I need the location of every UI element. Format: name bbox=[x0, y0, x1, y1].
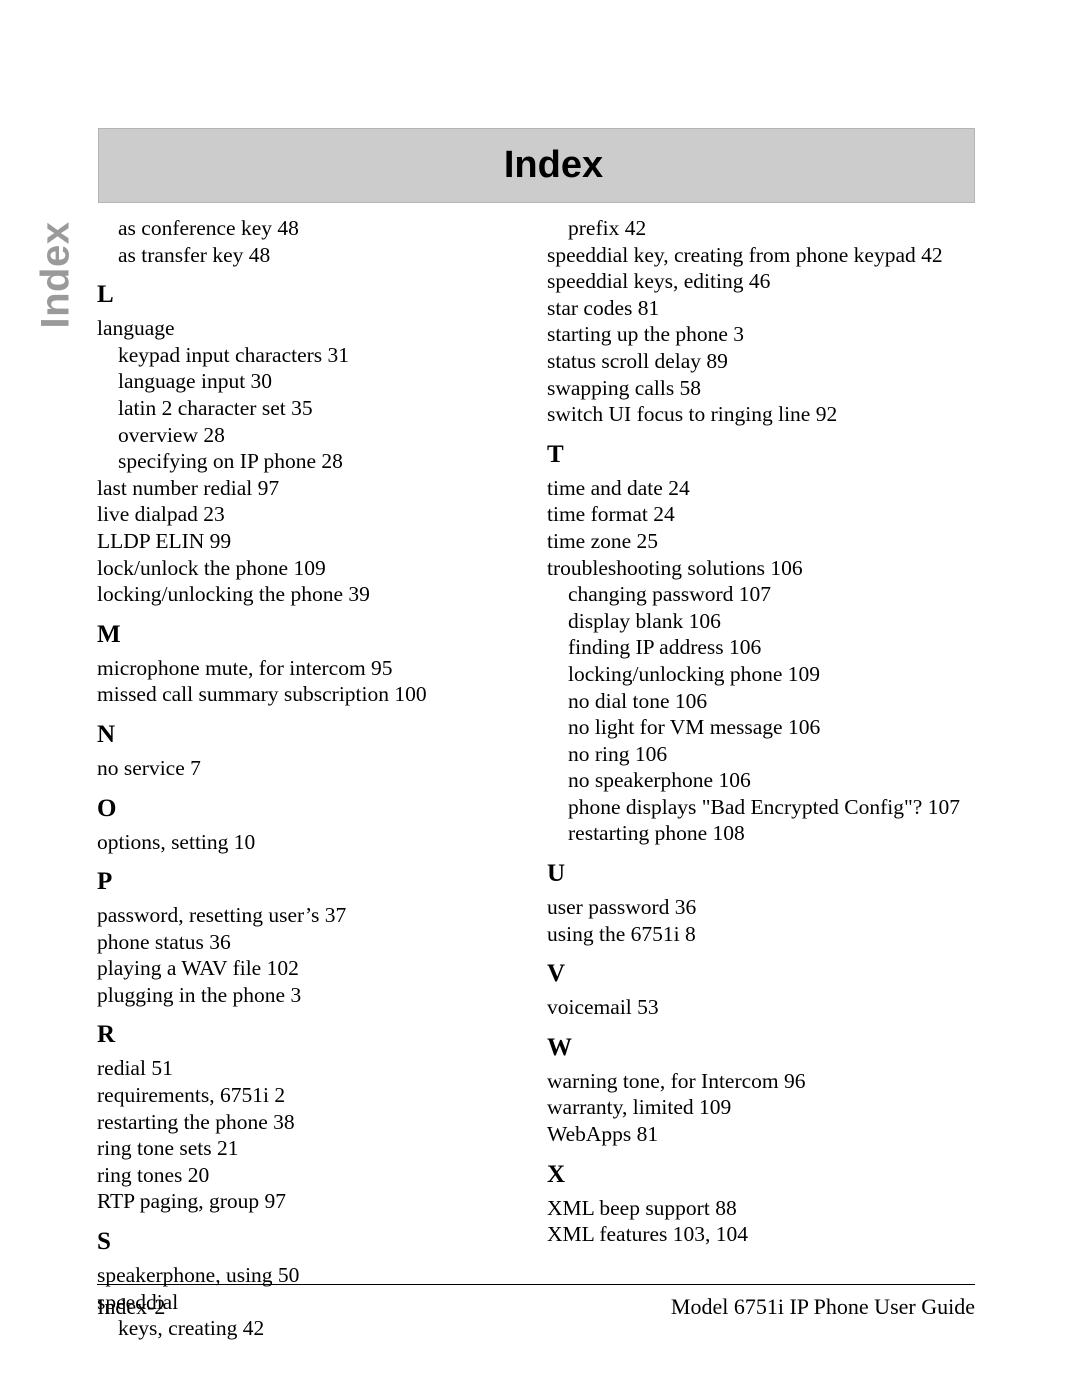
index-letter-heading: T bbox=[547, 440, 564, 468]
index-column-left: as conference key 48 as transfer key 48 Ll… bbox=[97, 215, 527, 1342]
index-entry: lock/unlock the phone 109 bbox=[97, 555, 326, 580]
index-entry: redial 51 bbox=[97, 1056, 173, 1081]
index-subentry: specifying on IP phone 28 bbox=[118, 449, 343, 474]
index-entry: no service 7 bbox=[97, 755, 201, 780]
index-entry: XML features 103, 104 bbox=[547, 1222, 749, 1247]
index-entry: ring tones 20 bbox=[97, 1162, 210, 1187]
index-entry: phone status 36 bbox=[97, 929, 231, 954]
page-title: Index bbox=[503, 143, 604, 186]
index-letter-heading: S bbox=[97, 1228, 111, 1256]
index-entry: time and date 24 bbox=[547, 475, 690, 500]
index-entry: microphone mute, for intercom 95 bbox=[97, 655, 393, 680]
footer-page-number: Index-2 bbox=[97, 1294, 166, 1319]
index-subentry: no dial tone 106 bbox=[568, 688, 708, 713]
index-entry: starting up the phone 3 bbox=[547, 322, 745, 347]
index-entry: plugging in the phone 3 bbox=[97, 982, 302, 1007]
index-letter-heading: U bbox=[547, 860, 566, 888]
index-subentry: no speakerphone 106 bbox=[568, 768, 751, 793]
index-letter-heading: R bbox=[97, 1021, 116, 1049]
index-entry: RTP paging, group 97 bbox=[97, 1189, 287, 1214]
index-subentry: language input 30 bbox=[118, 369, 273, 394]
index-entry: speeddial key, creating from phone keypa… bbox=[547, 242, 943, 267]
index-entry: time format 24 bbox=[547, 502, 675, 527]
index-subentry: phone displays "Bad Encrypted Config"? 1… bbox=[568, 794, 960, 819]
index-entry: switch UI focus to ringing line 92 bbox=[547, 402, 838, 427]
index-page: Index Index as conference key 48 as trans… bbox=[0, 0, 1080, 1397]
index-subentry: display blank 106 bbox=[568, 608, 721, 633]
index-entry: LLDP ELIN 99 bbox=[97, 528, 232, 553]
index-entry: using the 6751i 8 bbox=[547, 921, 696, 946]
index-entry: last number redial 97 bbox=[97, 475, 280, 500]
index-subentry: keypad input characters 31 bbox=[118, 342, 350, 367]
index-entry: user password 36 bbox=[547, 895, 697, 920]
index-subentry: prefix 42 bbox=[568, 216, 647, 240]
index-entry: playing a WAV file 102 bbox=[97, 956, 299, 981]
index-entry: swapping calls 58 bbox=[547, 375, 702, 400]
index-entry: speeddial keys, editing 46 bbox=[547, 269, 771, 294]
index-subentry: as conference key 48 bbox=[118, 216, 299, 240]
index-entry: warranty, limited 109 bbox=[547, 1095, 732, 1120]
index-entry: live dialpad 23 bbox=[97, 502, 225, 527]
page-footer: Index-2 Model 6751i IP Phone User Guide bbox=[97, 1292, 975, 1322]
index-letter-heading: M bbox=[97, 620, 121, 648]
index-subentry: changing password 107 bbox=[568, 582, 772, 607]
index-entry: voicemail 53 bbox=[547, 995, 659, 1020]
index-column-right: prefix 42 speeddial key, creating from ph… bbox=[547, 215, 977, 1248]
index-entry: locking/unlocking the phone 39 bbox=[97, 582, 370, 607]
index-entry: ring tone sets 21 bbox=[97, 1136, 239, 1161]
index-letter-heading: X bbox=[547, 1160, 566, 1188]
index-entry: restarting the phone 38 bbox=[97, 1109, 295, 1134]
index-subentry: overview 28 bbox=[118, 422, 225, 447]
index-subentry: as transfer key 48 bbox=[118, 242, 271, 267]
index-letter-heading: L bbox=[97, 281, 114, 309]
index-subentry: no ring 106 bbox=[568, 741, 668, 766]
index-entry: password, resetting user’s 37 bbox=[97, 903, 347, 928]
index-entry: requirements, 6751i 2 bbox=[97, 1083, 286, 1108]
index-subentry: restarting phone 108 bbox=[568, 821, 745, 846]
footer-document-title: Model 6751i IP Phone User Guide bbox=[670, 1294, 975, 1319]
side-tab-label: Index bbox=[32, 221, 77, 329]
footer-divider bbox=[97, 1284, 975, 1285]
index-letter-heading: P bbox=[97, 868, 113, 896]
index-letter-heading: N bbox=[97, 720, 116, 748]
index-letter-heading: O bbox=[97, 794, 117, 822]
index-entry: warning tone, for Intercom 96 bbox=[547, 1068, 806, 1093]
page-header-banner: Index bbox=[98, 128, 975, 203]
index-subentry: locking/unlocking phone 109 bbox=[568, 661, 820, 686]
index-entry: missed call summary subscription 100 bbox=[97, 682, 427, 707]
index-entry: time zone 25 bbox=[547, 528, 659, 553]
index-entry: WebApps 81 bbox=[547, 1122, 659, 1147]
index-subentry: finding IP address 106 bbox=[568, 635, 762, 660]
index-letter-heading: W bbox=[547, 1033, 572, 1061]
index-letter-heading: V bbox=[547, 960, 566, 988]
side-tab: Index bbox=[0, 215, 110, 345]
index-entry: language bbox=[97, 316, 175, 341]
index-entry: star codes 81 bbox=[547, 295, 660, 320]
index-entry: status scroll delay 89 bbox=[547, 348, 728, 373]
index-entry: troubleshooting solutions 106 bbox=[547, 555, 803, 580]
index-entry: XML beep support 88 bbox=[547, 1195, 737, 1220]
index-entry: options, setting 10 bbox=[97, 829, 256, 854]
index-subentry: latin 2 character set 35 bbox=[118, 395, 313, 420]
index-subentry: no light for VM message 106 bbox=[568, 715, 821, 740]
